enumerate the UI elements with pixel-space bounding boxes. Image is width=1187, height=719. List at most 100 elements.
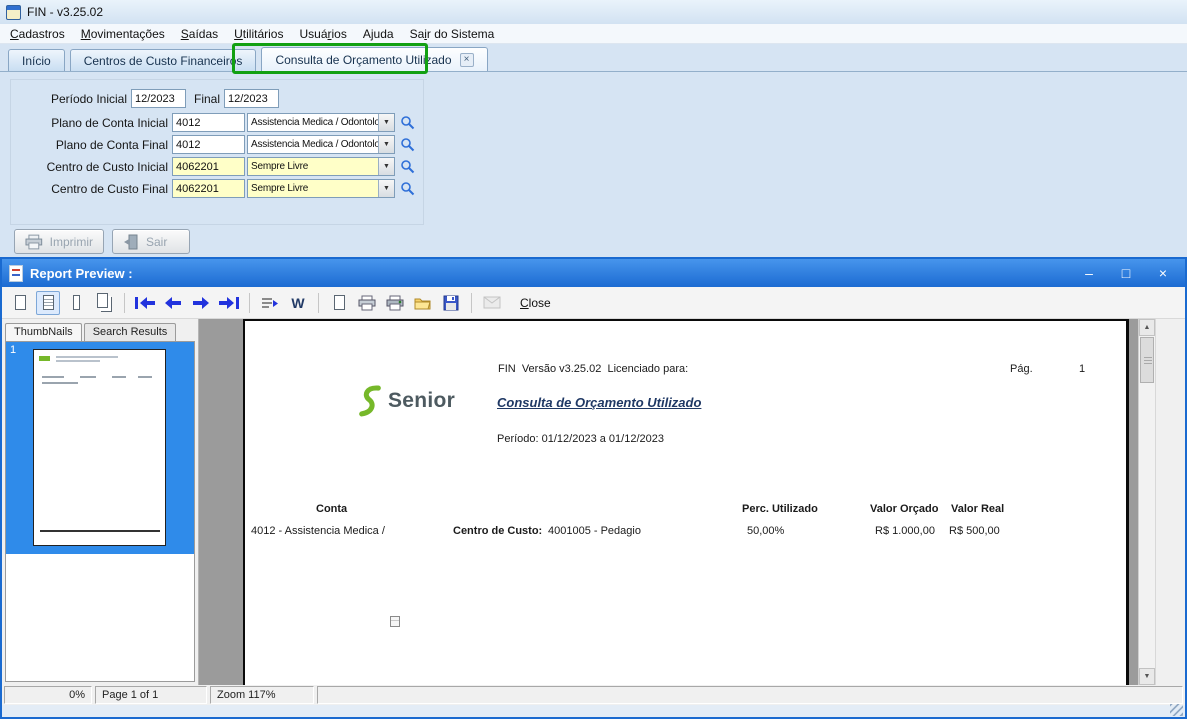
imprimir-label: Imprimir [50, 235, 93, 249]
first-page-button[interactable] [133, 291, 157, 315]
centro-custo-inicial-combo[interactable]: Sempre Livre ▼ [247, 157, 395, 176]
scroll-up-button[interactable]: ▲ [1139, 319, 1155, 336]
centro-custo-inicial-label: Centro de Custo Inicial [13, 160, 168, 174]
plano-conta-final-label: Plano de Conta Final [13, 138, 168, 152]
thumbnail-item-selected[interactable]: 1 [6, 342, 194, 554]
centro-custo-final-code-input[interactable] [172, 179, 245, 198]
scrollbar-thumb[interactable] [1140, 337, 1154, 383]
page-width-view-button[interactable] [36, 291, 60, 315]
filter-form: Período Inicial Final Plano de Conta Ini… [10, 79, 424, 225]
col-header-valor-orcado: Valor Orçado [870, 503, 938, 515]
menu-text: A [363, 27, 371, 41]
tab-label: Centros de Custo Financeiros [84, 54, 243, 68]
separator [249, 293, 250, 313]
new-report-button[interactable] [327, 291, 351, 315]
plano-conta-inicial-code-input[interactable] [172, 113, 245, 132]
thumbnail-page[interactable] [33, 349, 166, 546]
print-setup-button[interactable] [383, 291, 407, 315]
imprimir-button[interactable]: Imprimir [14, 229, 104, 254]
menu-text: adastros [19, 27, 65, 41]
plano-conta-inicial-combo[interactable]: Assistencia Medica / Odontologica ▼ [247, 113, 395, 132]
centro-custo-inicial-code-input[interactable] [172, 157, 245, 176]
prev-page-button[interactable] [161, 291, 185, 315]
next-page-button[interactable] [189, 291, 213, 315]
open-folder-icon [414, 296, 432, 310]
tab-thumbnails[interactable]: ThumbNails [5, 323, 82, 341]
chevron-down-icon[interactable]: ▼ [378, 158, 394, 175]
menu-utilitarios[interactable]: Utilitários [226, 25, 291, 43]
preview-window-title: Report Preview : [30, 266, 1067, 281]
plano-conta-final-lookup-button[interactable] [398, 136, 416, 154]
menu-usuarios[interactable]: Usuários [291, 25, 354, 43]
status-empty [317, 686, 1183, 704]
thumbnail-rule [40, 530, 160, 532]
tab-close-icon[interactable]: × [460, 53, 474, 67]
chevron-down-icon[interactable]: ▼ [378, 136, 394, 153]
plano-conta-final-combo[interactable]: Assistencia Medica / Odontologica ▼ [247, 135, 395, 154]
periodo-final-label: Final [194, 92, 220, 106]
tab-label: Consulta de Orçamento Utilizado [275, 53, 451, 67]
tab-inicio[interactable]: Início [8, 49, 65, 71]
menu-ajuda[interactable]: Ajuda [355, 25, 402, 43]
print-range-icon [261, 296, 279, 310]
tab-consulta-orcamento[interactable]: Consulta de Orçamento Utilizado × [261, 47, 487, 71]
narrow-page-view-button[interactable] [64, 291, 88, 315]
col-header-valor-real: Valor Real [951, 503, 1004, 515]
centro-custo-final-label: Centro de Custo Final [13, 182, 168, 196]
centro-custo-final-lookup-button[interactable] [398, 180, 416, 198]
separator [124, 293, 125, 313]
tab-search-results[interactable]: Search Results [84, 323, 177, 341]
chevron-down-icon[interactable]: ▼ [378, 114, 394, 131]
preview-toolbar: W Close [2, 287, 1185, 319]
resize-grip[interactable] [1170, 704, 1183, 716]
row-conta-value: 4012 - Assistencia Medica / [251, 525, 385, 537]
close-preview-button[interactable]: Close [514, 296, 557, 310]
print-button[interactable] [355, 291, 379, 315]
multi-page-icon [97, 293, 108, 308]
combo-value: Sempre Livre [248, 183, 378, 194]
periodo-inicial-input[interactable] [131, 89, 186, 108]
exit-door-icon [123, 234, 139, 250]
save-report-button[interactable] [439, 291, 463, 315]
sair-button[interactable]: Sair [112, 229, 190, 254]
single-page-view-button[interactable] [8, 291, 32, 315]
watermark-button[interactable]: W [286, 291, 310, 315]
menu-text: ovimentações [91, 27, 165, 41]
license-line: FIN Versão v3.25.02 Licenciado para: [498, 363, 688, 375]
minimize-button[interactable]: – [1074, 263, 1104, 284]
tab-centros-de-custo[interactable]: Centros de Custo Financeiros [70, 49, 257, 71]
printer-icon [25, 234, 43, 250]
menu-text: uda [374, 27, 394, 41]
menu-accel: U [234, 27, 243, 41]
open-report-button[interactable] [411, 291, 435, 315]
close-window-button[interactable]: × [1148, 263, 1178, 284]
menu-sair-do-sistema[interactable]: Sair do Sistema [402, 25, 503, 43]
row-perc-utilizado-value: 50,00% [747, 525, 784, 537]
multi-page-view-button[interactable] [92, 291, 116, 315]
export-button[interactable] [480, 291, 504, 315]
menu-cadastros[interactable]: Cadastros [2, 25, 73, 43]
tab-label: Início [22, 54, 51, 68]
preview-body: ThumbNails Search Results 1 [2, 319, 1185, 685]
row-valor-real-value: R$ 500,00 [949, 525, 1000, 537]
periodo-final-input[interactable] [224, 89, 279, 108]
app-icon [6, 5, 21, 20]
close-accel: C [520, 296, 529, 310]
centro-custo-inicial-lookup-button[interactable] [398, 158, 416, 176]
menu-movimentacoes[interactable]: Movimentações [73, 25, 173, 43]
object-placeholder-icon [390, 616, 400, 627]
maximize-button[interactable]: □ [1111, 263, 1141, 284]
plano-conta-final-code-input[interactable] [172, 135, 245, 154]
last-page-button[interactable] [217, 291, 241, 315]
first-page-icon [134, 296, 156, 310]
thumbnail-line [56, 356, 118, 358]
vertical-scrollbar[interactable]: ▲ ▼ [1138, 319, 1155, 685]
menu-saidas[interactable]: Saídas [173, 25, 226, 43]
chevron-down-icon[interactable]: ▼ [378, 180, 394, 197]
print-dialog-button[interactable] [258, 291, 282, 315]
centro-custo-final-combo[interactable]: Sempre Livre ▼ [247, 179, 395, 198]
menu-accel: S [181, 27, 189, 41]
plano-conta-inicial-lookup-button[interactable] [398, 114, 416, 132]
senior-wordmark: Senior [388, 389, 455, 413]
scroll-down-button[interactable]: ▼ [1139, 668, 1155, 685]
